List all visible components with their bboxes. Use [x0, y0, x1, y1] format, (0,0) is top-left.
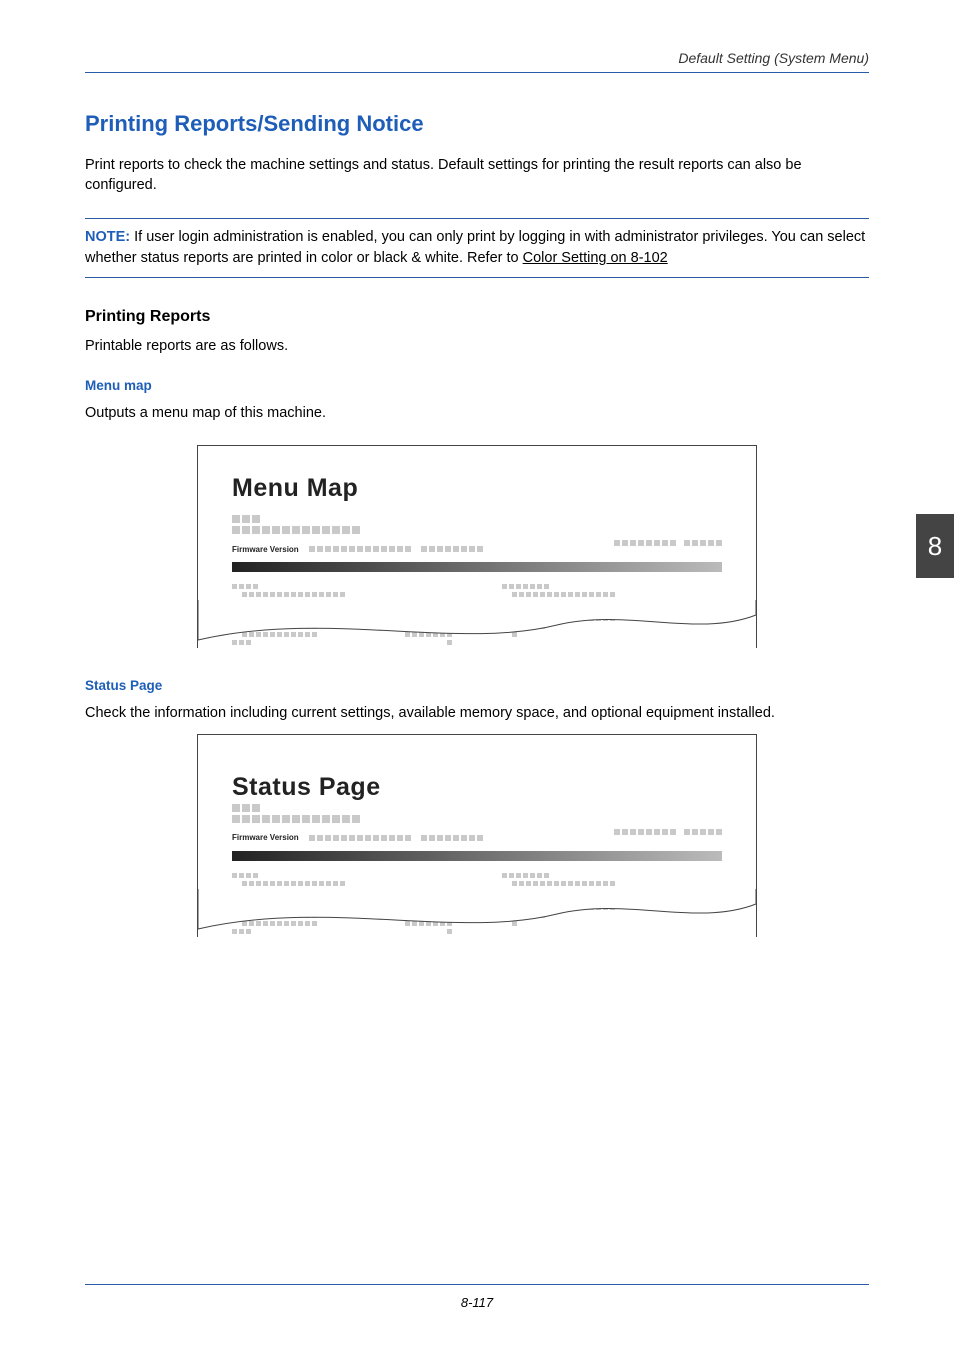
placeholder-icon [421, 835, 483, 841]
status-page-desc: Check the information including current … [85, 703, 869, 723]
thumb-tab-number: 8 [928, 531, 942, 562]
placeholder-icon [232, 804, 722, 823]
placeholder-icon [614, 829, 722, 847]
torn-edge-icon [197, 600, 757, 648]
page-number: 8-117 [461, 1295, 493, 1310]
note-label: NOTE: [85, 229, 130, 245]
printing-reports-intro: Printable reports are as follows. [85, 336, 869, 356]
section-intro: Print reports to check the machine setti… [85, 155, 869, 196]
gradient-bar [232, 851, 722, 861]
firmware-label: Firmware Version [232, 833, 299, 842]
firmware-label: Firmware Version [232, 545, 299, 554]
torn-edge-icon [197, 889, 757, 937]
menu-map-desc: Outputs a menu map of this machine. [85, 403, 869, 423]
placeholder-icon [309, 546, 411, 552]
note-box: NOTE: If user login administration is en… [85, 218, 869, 278]
placeholder-icon [614, 540, 722, 558]
menu-map-sample-title: Menu Map [232, 474, 722, 503]
status-page-heading: Status Page [85, 678, 869, 693]
printing-reports-heading: Printing Reports [85, 308, 869, 326]
menu-map-heading: Menu map [85, 378, 869, 393]
placeholder-icon [309, 835, 411, 841]
running-head: Default Setting (System Menu) [85, 50, 869, 73]
gradient-bar [232, 562, 722, 572]
thumb-tab: 8 [916, 514, 954, 578]
note-xref[interactable]: Color Setting on 8-102 [523, 250, 668, 266]
placeholder-icon [421, 546, 483, 552]
section-title: Printing Reports/Sending Notice [85, 111, 869, 137]
placeholder-icon [232, 515, 722, 534]
status-page-sample: Status Page Firmware Version [197, 734, 757, 937]
menu-map-sample: Menu Map Firmware Version [197, 445, 757, 648]
footer: 8-117 [85, 1284, 869, 1310]
note-text: If user login administration is enabled,… [85, 229, 865, 266]
status-page-sample-title: Status Page [232, 773, 722, 802]
